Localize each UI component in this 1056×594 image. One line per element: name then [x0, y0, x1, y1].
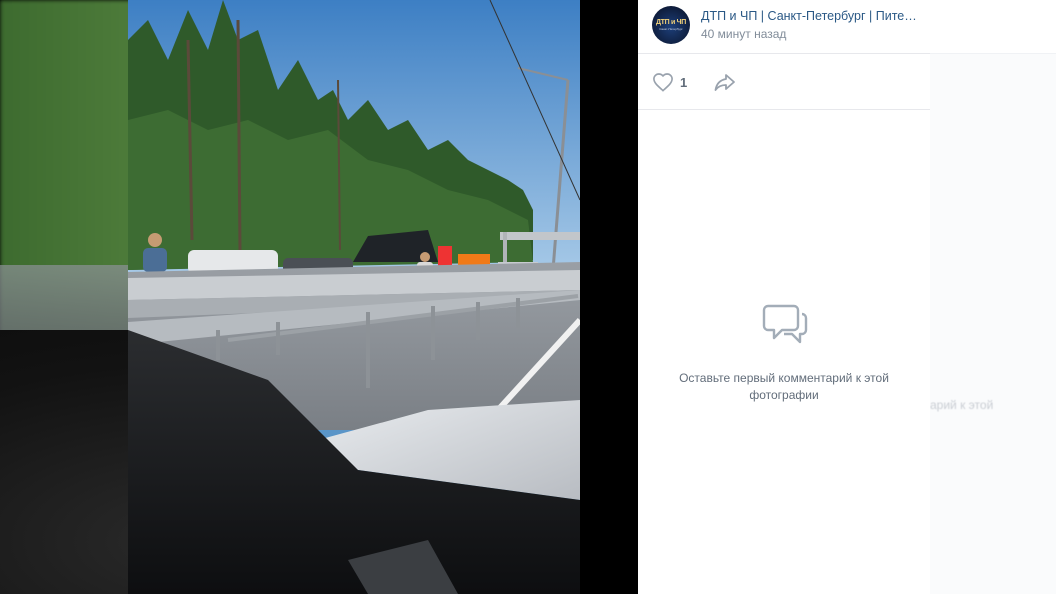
photo-viewer: [0, 0, 638, 594]
empty-comments-text: Оставьте первый комментарий к этой фотог…: [679, 371, 889, 402]
avatar-subtitle: Санкт-Петербург: [659, 27, 683, 31]
comment-bubbles-icon: [762, 304, 808, 344]
group-name-link[interactable]: ДТП и ЧП | Санкт-Петербург | Питер Онлай…: [701, 9, 923, 23]
like-count: 1: [680, 74, 688, 90]
heart-icon: [653, 73, 673, 92]
photo-scene: [128, 0, 580, 594]
viewer-side-gutter: [580, 0, 638, 594]
page-background-header: [930, 0, 1056, 54]
background-ghost-text: арий к этой: [930, 398, 994, 412]
group-avatar[interactable]: ДТП и ЧП Санкт-Петербург: [652, 6, 690, 44]
post-header: ДТП и ЧП Санкт-Петербург ДТП и ЧП | Санк…: [638, 0, 930, 54]
post-actions: 1: [638, 54, 930, 110]
share-arrow-icon: [714, 74, 735, 91]
page-background: [930, 0, 1056, 594]
post-photo[interactable]: [128, 0, 580, 594]
photo-info-panel: ДТП и ЧП Санкт-Петербург ДТП и ЧП | Санк…: [638, 0, 930, 594]
avatar-title: ДТП и ЧП: [655, 19, 687, 26]
empty-comments: Оставьте первый комментарий к этой фотог…: [638, 300, 930, 404]
like-button[interactable]: 1: [652, 71, 687, 93]
share-button[interactable]: [713, 71, 737, 93]
post-time[interactable]: 40 минут назад: [701, 27, 786, 41]
